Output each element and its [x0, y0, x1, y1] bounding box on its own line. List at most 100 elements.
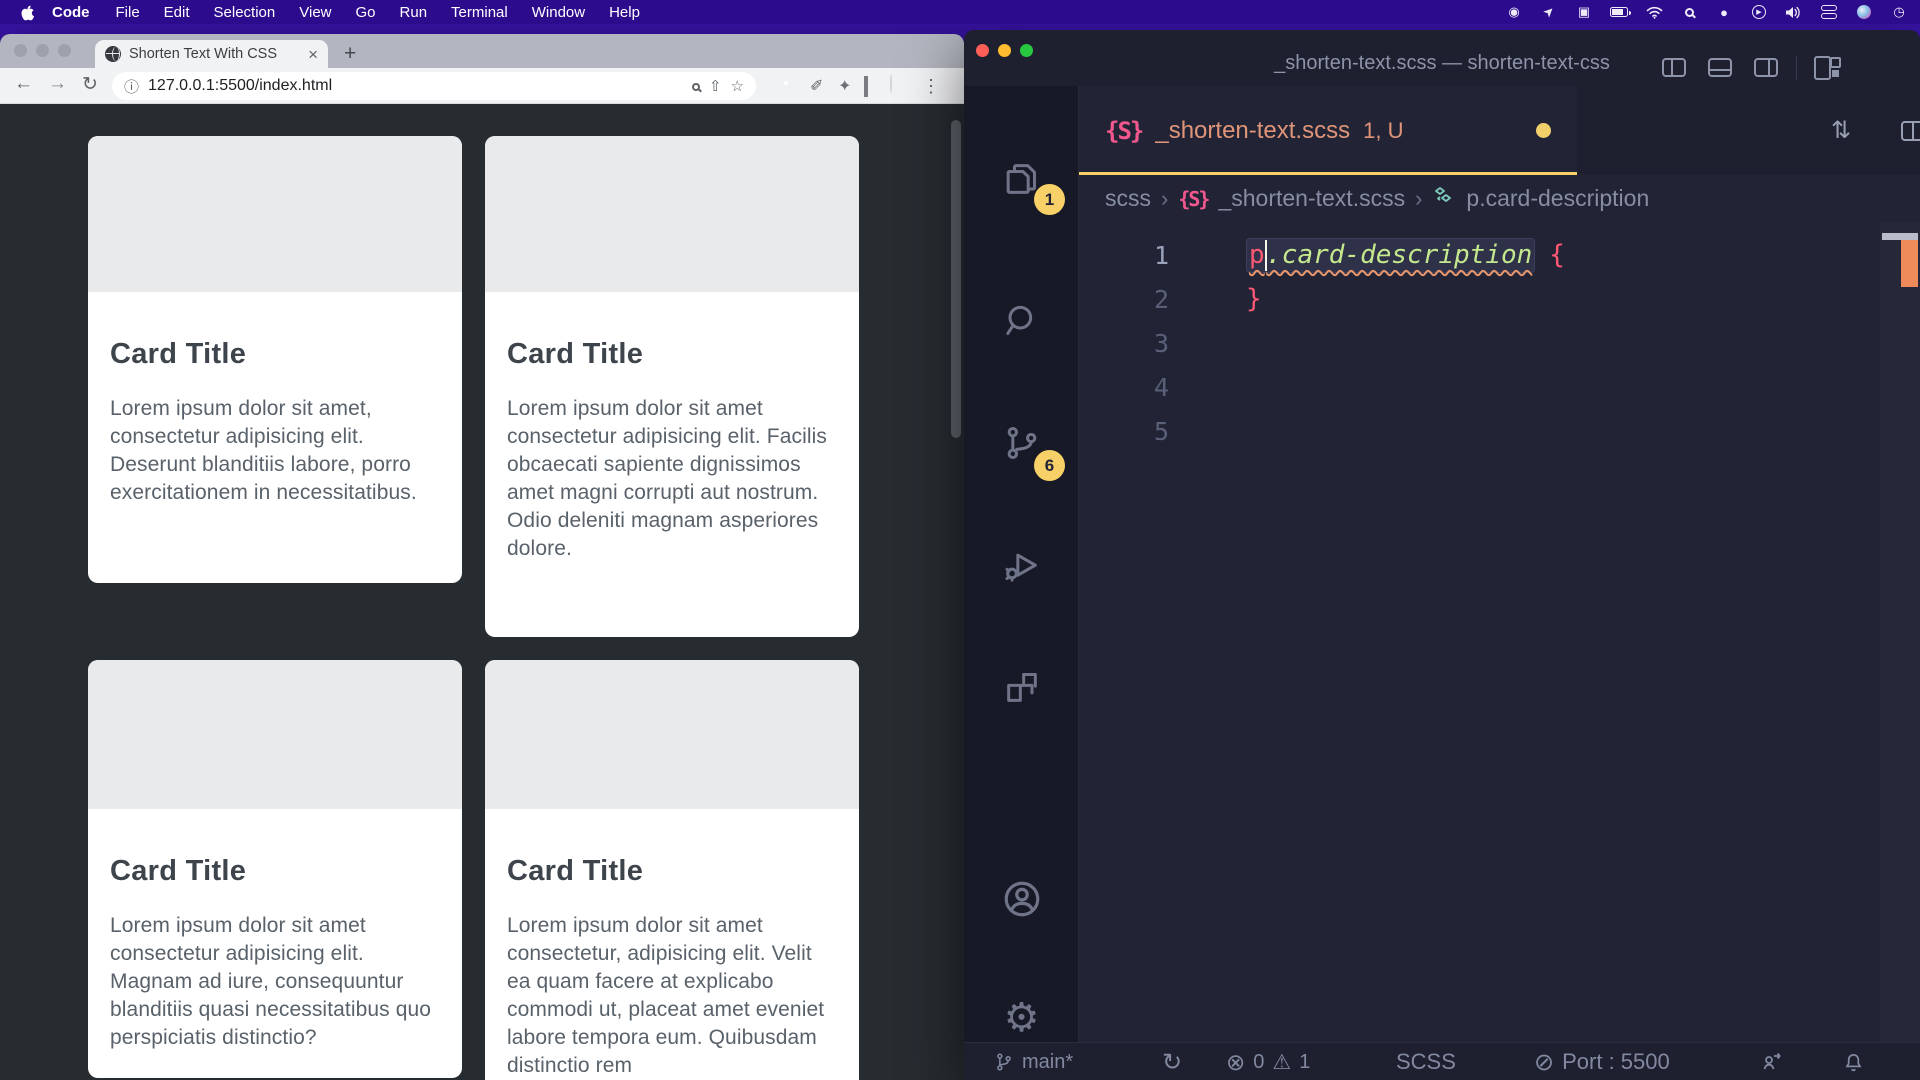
zoom-page-icon[interactable] — [692, 78, 700, 95]
share-icon[interactable]: ⇧ — [709, 77, 722, 95]
live-share-icon[interactable] — [1760, 1043, 1784, 1080]
url-text: 127.0.0.1:5500/index.html — [148, 77, 683, 95]
new-tab-button[interactable]: + — [344, 42, 356, 66]
selector-highlight: p.card-description — [1246, 238, 1535, 273]
extension-spark-icon[interactable]: ✦ — [838, 76, 851, 96]
settings-gear-icon[interactable]: ⚙ — [964, 986, 1079, 1050]
line-number: 3 — [1079, 329, 1169, 358]
page-scrollbar[interactable] — [950, 105, 962, 1080]
browser-toolbar: ← → ↻ ⓘ 127.0.0.1:5500/index.html ⇧ ☆ ✐ … — [0, 68, 964, 104]
customize-layout-icon[interactable] — [1814, 56, 1838, 75]
card-description: Lorem ipsum dolor sit amet consectetur, … — [507, 912, 837, 1080]
site-info-icon[interactable]: ⓘ — [124, 76, 139, 97]
problems-status[interactable]: ⊗ 0 ⚠ 1 — [1226, 1043, 1310, 1080]
breadcrumb-file[interactable]: _shorten-text.scss — [1218, 185, 1405, 212]
search-icon[interactable] — [964, 289, 1079, 353]
tab-file-name: _shorten-text.scss — [1155, 117, 1350, 145]
blocked-icon: ⊘ — [1534, 1048, 1554, 1077]
eyedropper-extension-icon[interactable]: ✐ — [810, 76, 823, 96]
card-title: Card Title — [507, 338, 837, 371]
line-number: 2 — [1079, 285, 1169, 314]
breadcrumb-folder[interactable]: scss — [1105, 185, 1151, 212]
notifications-bell-icon[interactable] — [1842, 1043, 1865, 1080]
menu-item-edit[interactable]: Edit — [152, 4, 202, 21]
menu-item-file[interactable]: File — [104, 4, 152, 21]
status-dot-icon[interactable]: ● — [1715, 4, 1733, 20]
window-zoom-button[interactable] — [58, 44, 71, 57]
menu-item-go[interactable]: Go — [344, 4, 388, 21]
clock-icon[interactable]: ◷ — [1890, 4, 1908, 20]
card-description: Lorem ipsum dolor sit amet consectetur a… — [507, 395, 837, 563]
vscode-window: _shorten-text.scss — shorten-text-css 1 … — [964, 30, 1920, 1080]
extensions-icon[interactable] — [964, 655, 1079, 719]
code-editor[interactable]: 1 p.card-description{ 2 } 3 4 5 — [1079, 222, 1920, 1042]
live-server-status[interactable]: ⊘ Port : 5500 — [1534, 1043, 1670, 1080]
line-number: 1 — [1079, 241, 1169, 270]
toggle-panel-icon[interactable] — [1708, 58, 1732, 77]
activity-bar: 1 6 ⚙ — [964, 86, 1079, 1042]
control-center-icon[interactable] — [1820, 4, 1838, 20]
menu-item-selection[interactable]: Selection — [202, 4, 288, 21]
spotlight-icon[interactable] — [1680, 4, 1698, 20]
menu-bar: Code File Edit Selection View Go Run Ter… — [0, 0, 1920, 24]
vscode-title-bar: _shorten-text.scss — shorten-text-css — [964, 30, 1920, 86]
editor-scrollbar[interactable] — [1880, 222, 1920, 1042]
volume-icon[interactable] — [1785, 4, 1803, 20]
apple-logo-icon[interactable] — [12, 4, 42, 21]
card: Card Title Lorem ipsum dolor sit amet, c… — [88, 136, 462, 583]
code-selector-tag: p — [1249, 240, 1265, 270]
bookmark-star-icon[interactable]: ☆ — [731, 77, 744, 95]
menu-item-run[interactable]: Run — [388, 4, 440, 21]
toggle-secondary-sidebar-icon[interactable] — [1754, 58, 1778, 77]
accounts-icon[interactable] — [964, 867, 1079, 931]
rocket-icon[interactable]: ➤ — [1537, 0, 1561, 24]
source-control-icon[interactable]: 6 — [964, 411, 1079, 475]
menu-item-help[interactable]: Help — [597, 4, 652, 21]
battery-icon[interactable] — [1610, 4, 1628, 20]
card-image-placeholder — [88, 136, 462, 292]
errors-count: 0 — [1253, 1051, 1264, 1074]
source-control-badge: 6 — [1034, 450, 1065, 481]
target-icon[interactable]: ◉ — [1505, 4, 1523, 20]
unsaved-dot-icon[interactable] — [1536, 123, 1551, 138]
address-bar[interactable]: ⓘ 127.0.0.1:5500/index.html ⇧ ☆ — [112, 72, 756, 100]
language-mode[interactable]: SCSS — [1396, 1043, 1456, 1080]
scrollbar-thumb[interactable] — [1882, 233, 1918, 240]
chevron-right-icon: › — [1415, 186, 1422, 212]
divider — [1796, 56, 1797, 80]
card-image-placeholder — [485, 660, 859, 809]
card: Card Title Lorem ipsum dolor sit amet co… — [485, 136, 859, 637]
forward-button[interactable]: → — [48, 73, 67, 95]
editor-tab[interactable]: {S} _shorten-text.scss 1, U — [1079, 86, 1577, 175]
card-description: Lorem ipsum dolor sit amet, consectetur … — [110, 395, 440, 507]
open-changes-icon[interactable]: ⇅ — [1831, 86, 1851, 175]
explorer-icon[interactable]: 1 — [964, 147, 1079, 211]
menu-item-terminal[interactable]: Terminal — [439, 4, 520, 21]
profile-avatar[interactable] — [890, 75, 892, 93]
git-branch-status[interactable]: main* — [994, 1043, 1073, 1080]
toggle-sidebar-icon[interactable] — [1662, 58, 1686, 77]
run-debug-icon[interactable] — [964, 534, 1079, 598]
menu-item-view[interactable]: View — [287, 4, 343, 21]
back-button[interactable]: ← — [14, 73, 33, 95]
tab-close-icon[interactable]: × — [308, 46, 318, 63]
window-close-button[interactable] — [14, 44, 27, 57]
frame-extension-icon[interactable] — [864, 78, 868, 96]
breadcrumb-symbol[interactable]: p.card-description — [1466, 185, 1649, 212]
screen-record-icon[interactable]: ▣ — [1575, 4, 1593, 20]
window-minimize-button[interactable] — [36, 44, 49, 57]
split-editor-icon[interactable] — [1901, 86, 1920, 175]
sass-file-icon: {S} — [1105, 117, 1142, 145]
reload-button[interactable]: ↻ — [82, 73, 98, 96]
browser-menu-icon[interactable]: ⋮ — [922, 76, 940, 97]
siri-icon[interactable] — [1855, 4, 1873, 20]
wifi-icon[interactable] — [1645, 4, 1663, 20]
menu-app-name[interactable]: Code — [42, 4, 104, 21]
browser-tab[interactable]: Shorten Text With CSS × — [95, 40, 328, 68]
sync-icon[interactable]: ↻ — [1162, 1043, 1182, 1080]
symbol-icon — [1432, 184, 1456, 214]
card-title: Card Title — [110, 338, 440, 371]
now-playing-icon[interactable]: ▶ — [1750, 4, 1768, 20]
code-open-brace: { — [1549, 240, 1565, 270]
menu-item-window[interactable]: Window — [520, 4, 597, 21]
